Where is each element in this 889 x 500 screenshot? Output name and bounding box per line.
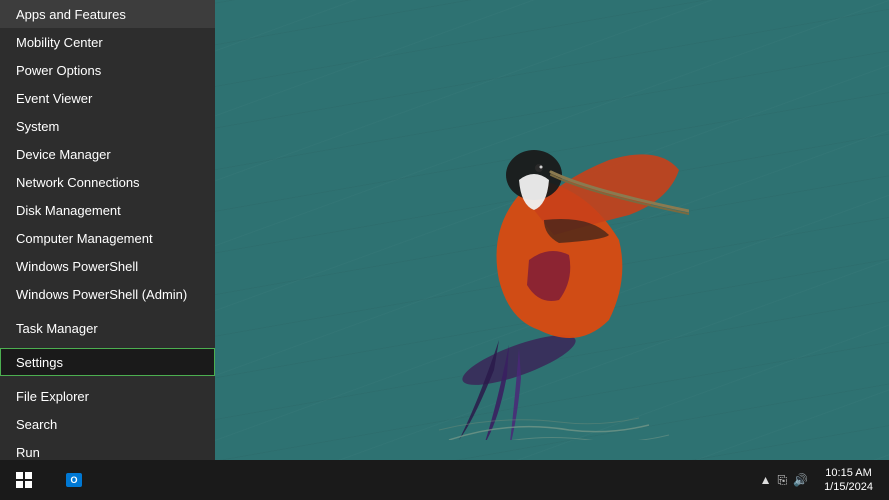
svg-text:O: O [70,475,77,485]
menu-item-label-search: Search [16,417,57,432]
desktop: Apps and Features Mobility Center Power Op… [0,0,889,500]
system-tray: ▲ ⎘ 🔊 [760,473,816,488]
menu-item-label-disk-management: Disk Management [16,203,121,218]
menu-item-disk-management[interactable]: Disk Management [0,196,215,224]
menu-item-label-settings: Settings [16,355,63,370]
menu-item-task-manager[interactable]: Task Manager [0,314,215,342]
volume-icon: 🔊 [793,473,808,487]
menu-item-label-event-viewer: Event Viewer [16,91,92,106]
menu-item-label-power-options: Power Options [16,63,101,78]
menu-item-computer-management[interactable]: Computer Management [0,224,215,252]
menu-item-label-task-manager: Task Manager [16,321,98,336]
clock-date: 1/15/2024 [824,480,873,494]
menu-item-label-mobility-center: Mobility Center [16,35,103,50]
menu-item-label-file-explorer: File Explorer [16,389,89,404]
windows-icon [16,472,32,488]
menu-item-label-system: System [16,119,59,134]
menu-item-file-explorer[interactable]: File Explorer [0,382,215,410]
network-icon: ⎘ [778,473,788,488]
menu-item-mobility-center[interactable]: Mobility Center [0,28,215,56]
taskbar: O ▲ ⎘ 🔊 10:15 AM 1/15/2024 [0,460,889,500]
menu-item-label-powershell: Windows PowerShell [16,259,138,274]
outlook-taskbar-icon[interactable]: O [52,460,96,500]
clock-time: 10:15 AM [824,466,873,480]
start-button[interactable] [0,460,48,500]
menu-item-device-manager[interactable]: Device Manager [0,140,215,168]
menu-item-power-options[interactable]: Power Options [0,56,215,84]
menu-item-label-computer-management: Computer Management [16,231,153,246]
menu-item-event-viewer[interactable]: Event Viewer [0,84,215,112]
menu-item-apps-features[interactable]: Apps and Features [0,0,215,28]
chevron-up-icon[interactable]: ▲ [760,473,772,487]
context-menu: Apps and Features Mobility Center Power Op… [0,0,215,500]
menu-item-powershell[interactable]: Windows PowerShell [0,252,215,280]
menu-item-label-run: Run [16,445,40,460]
bird-illustration [389,60,689,440]
menu-item-settings[interactable]: Settings [0,348,215,376]
taskbar-items: O [48,460,760,500]
menu-item-search[interactable]: Search [0,410,215,438]
menu-item-label-apps-features: Apps and Features [16,7,126,22]
clock[interactable]: 10:15 AM 1/15/2024 [816,466,881,495]
menu-item-label-network-connections: Network Connections [16,175,140,190]
menu-item-label-powershell-admin: Windows PowerShell (Admin) [16,287,187,302]
menu-item-network-connections[interactable]: Network Connections [0,168,215,196]
menu-item-system[interactable]: System [0,112,215,140]
menu-item-label-device-manager: Device Manager [16,147,111,162]
menu-item-powershell-admin[interactable]: Windows PowerShell (Admin) [0,280,215,308]
